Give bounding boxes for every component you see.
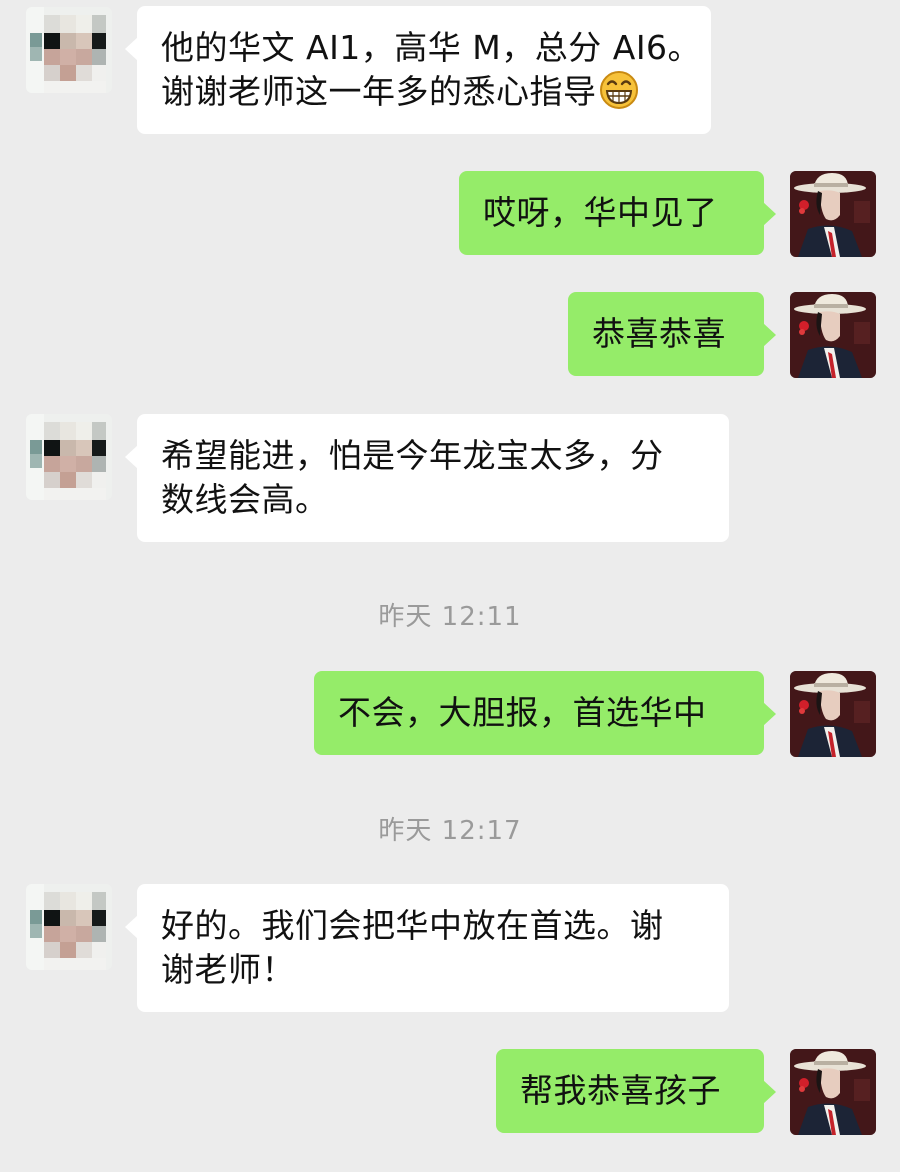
woman-in-hat-avatar-icon [790, 292, 876, 378]
message-bubble-outgoing[interactable]: 不会，大胆报，首选华中 [314, 671, 776, 755]
contact-avatar[interactable] [26, 414, 112, 500]
woman-in-hat-avatar-icon [790, 1049, 876, 1135]
message-bubble-outgoing[interactable]: 哎呀，华中见了 [459, 171, 776, 255]
message-text-line: 希望能进，怕是今年龙宝太多，分 [161, 436, 664, 475]
grinning-face-emoji-icon [599, 71, 638, 109]
message-text-line: 谢谢老师这一年多的悉心指导 [161, 70, 687, 114]
timestamp: 昨天 12:17 [378, 816, 522, 846]
message-text: 恭喜恭喜 [592, 314, 726, 353]
message-text-line: 他的华文 AI1，高华 M，总分 AI6。 [161, 28, 702, 67]
message-bubble-incoming[interactable]: 好的。我们会把华中放在首选。谢 谢老师！ [125, 884, 729, 1012]
message-text: 不会，大胆报，首选华中 [338, 693, 707, 732]
message-text: 谢谢老师这一年多的悉心指导 [161, 72, 597, 111]
message-text-line: 好的。我们会把华中放在首选。谢 [161, 906, 664, 945]
timestamp: 昨天 12:11 [378, 602, 522, 632]
pixelated-avatar-icon [26, 414, 112, 500]
message-bubble-outgoing[interactable]: 帮我恭喜孩子 [496, 1049, 776, 1133]
my-avatar[interactable] [790, 1049, 876, 1135]
contact-avatar[interactable] [26, 884, 112, 970]
message-text: 哎呀，华中见了 [483, 193, 718, 232]
contact-avatar[interactable] [26, 7, 112, 93]
message-bubble-incoming[interactable]: 他的华文 AI1，高华 M，总分 AI6。 谢谢老师这一年多的悉心指导 [125, 6, 711, 134]
message-text-line: 谢老师！ [161, 950, 295, 989]
message-bubble-incoming[interactable]: 希望能进，怕是今年龙宝太多，分 数线会高。 [125, 414, 729, 542]
message-text: 帮我恭喜孩子 [520, 1071, 721, 1110]
woman-in-hat-avatar-icon [790, 171, 876, 257]
my-avatar[interactable] [790, 171, 876, 257]
pixelated-avatar-icon [26, 7, 112, 93]
message-bubble-outgoing[interactable]: 恭喜恭喜 [568, 292, 776, 376]
my-avatar[interactable] [790, 292, 876, 378]
my-avatar[interactable] [790, 671, 876, 757]
pixelated-avatar-icon [26, 884, 112, 970]
woman-in-hat-avatar-icon [790, 671, 876, 757]
message-text-line: 数线会高。 [161, 480, 329, 519]
